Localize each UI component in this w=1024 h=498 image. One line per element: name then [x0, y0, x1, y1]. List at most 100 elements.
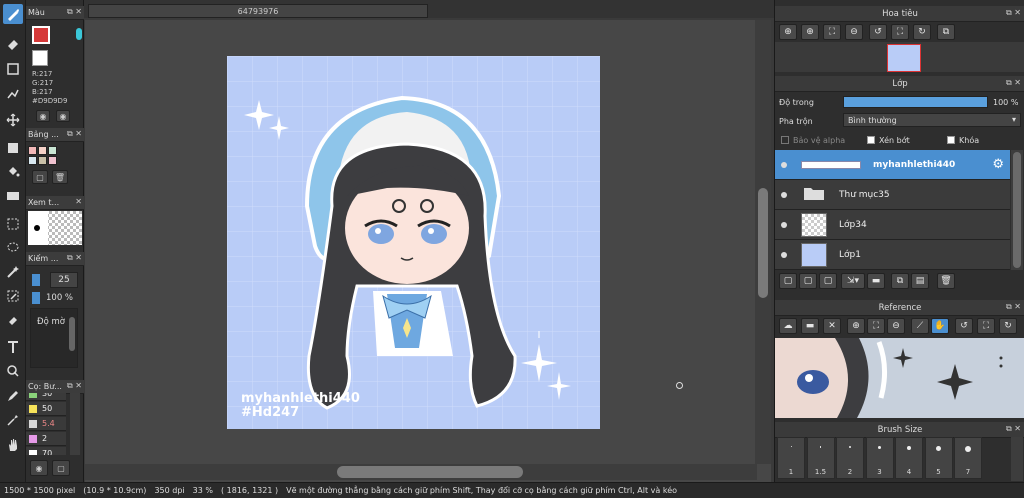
operation-tool-icon[interactable]: [3, 361, 23, 381]
layer-opacity-slider[interactable]: [843, 96, 988, 108]
ref-hand-icon[interactable]: ✋: [931, 318, 949, 334]
fit-view-icon[interactable]: ⛶: [823, 24, 841, 40]
color-add-button[interactable]: ◉: [36, 110, 50, 122]
hand-tool-icon[interactable]: [3, 435, 23, 455]
zoom-in-icon[interactable]: ⊕: [779, 24, 797, 40]
blend-box[interactable]: Độ mờ: [30, 308, 78, 368]
panel-controls[interactable]: ⧉ ✕: [67, 129, 82, 139]
clipping-checkbox[interactable]: [867, 136, 875, 144]
layer-row[interactable]: Lớp1: [775, 240, 1010, 270]
palette-new-button[interactable]: ▢: [32, 170, 48, 184]
panel-controls[interactable]: ⧉ ✕: [1006, 8, 1021, 18]
panel-controls[interactable]: ⧉ ✕: [1006, 424, 1021, 434]
zoom-out-icon[interactable]: ⊖: [845, 24, 863, 40]
visibility-eye-icon[interactable]: [775, 191, 793, 198]
navigator-preview[interactable]: [775, 42, 1024, 72]
colorset-scrollbar[interactable]: [70, 393, 80, 455]
select-rect-tool-icon[interactable]: [3, 59, 23, 79]
panel-controls[interactable]: ✕: [75, 197, 82, 206]
pen-tool-icon[interactable]: [3, 386, 23, 406]
brush-size-scrollbar[interactable]: [1011, 437, 1023, 481]
visibility-eye-icon[interactable]: [775, 251, 793, 258]
color-remove-button[interactable]: ◉: [56, 110, 70, 122]
rotate-left-icon[interactable]: ↺: [869, 24, 887, 40]
colorset-settings-button[interactable]: ◉: [30, 460, 48, 476]
eyedropper-tool-icon[interactable]: [3, 410, 23, 430]
fit-window-icon[interactable]: ⛶: [891, 24, 909, 40]
magic-wand-tool-icon[interactable]: [3, 262, 23, 282]
lock-checkbox[interactable]: [947, 136, 955, 144]
open-cloud-icon[interactable]: ☁: [779, 318, 797, 334]
colorset-item[interactable]: 30: [26, 393, 66, 401]
new-layer-alt-icon[interactable]: ▢: [799, 273, 817, 289]
brush-size-field[interactable]: 25: [50, 272, 78, 288]
open-folder-icon[interactable]: ▬: [801, 318, 819, 334]
panel-controls[interactable]: ⧉ ✕: [67, 253, 82, 263]
vertical-scrollbar[interactable]: [755, 20, 771, 464]
duplicate-layer-icon[interactable]: ⧉: [891, 273, 909, 289]
panel-controls[interactable]: ⧉ ✕: [67, 7, 82, 17]
new-folder-icon[interactable]: ▬: [867, 273, 885, 289]
brush-size-cell[interactable]: 1: [777, 437, 805, 479]
palette-delete-button[interactable]: 🗑: [52, 170, 68, 184]
ref-eyedropper-icon[interactable]: ⟋: [911, 318, 929, 334]
lasso-tool-icon[interactable]: [3, 238, 23, 258]
move-tool-icon[interactable]: [3, 110, 23, 130]
colorset-item[interactable]: 70: [26, 447, 66, 455]
layer-scrollbar[interactable]: [1011, 150, 1023, 270]
ref-zoom-out-icon[interactable]: ⊖: [887, 318, 905, 334]
brush-size-cell[interactable]: 7: [954, 437, 982, 479]
colorset-item[interactable]: 2: [26, 432, 66, 446]
ref-zoom-in-icon[interactable]: ⊕: [847, 318, 865, 334]
ref-fit-icon[interactable]: ⛶: [867, 318, 885, 334]
brush-size-cell[interactable]: 1.5: [806, 437, 835, 479]
lasso-rect-tool-icon[interactable]: [3, 214, 23, 234]
palette-swatch[interactable]: [48, 146, 57, 155]
visibility-eye-icon[interactable]: [775, 221, 793, 228]
layer-settings-gear-icon[interactable]: ⚙: [992, 157, 1004, 172]
canvas-area[interactable]: myhanhlethi440 #Hd247: [85, 20, 771, 482]
reference-image[interactable]: [775, 338, 1024, 418]
bucket-tool-icon[interactable]: [3, 162, 23, 182]
palette-swatch[interactable]: [38, 156, 47, 165]
brush-size-cell[interactable]: 4: [895, 437, 923, 479]
panel-controls[interactable]: ⧉ ✕: [1006, 78, 1021, 88]
layer-blend-select[interactable]: Bình thường ▾: [843, 113, 1021, 127]
new-layer-icon[interactable]: ▢: [779, 273, 797, 289]
document-tab[interactable]: 64793976: [88, 4, 428, 18]
panel-controls[interactable]: ⧉ ✕: [1006, 302, 1021, 312]
palette-swatch[interactable]: [48, 156, 57, 165]
rotate-right-icon[interactable]: ↻: [913, 24, 931, 40]
ref-rotate-right-icon[interactable]: ↻: [999, 318, 1017, 334]
ref-fit-window-icon[interactable]: ⛶: [977, 318, 995, 334]
flip-icon[interactable]: ⧉: [937, 24, 955, 40]
artwork-canvas[interactable]: myhanhlethi440 #Hd247: [227, 56, 600, 429]
brush-size-cell[interactable]: 3: [865, 437, 894, 479]
horizontal-scroll-thumb[interactable]: [337, 466, 523, 478]
layer-row[interactable]: myhanhlethi440 ⚙: [775, 150, 1010, 180]
palette-swatch[interactable]: [28, 146, 37, 155]
new-layer-copy-icon[interactable]: ▢: [819, 273, 837, 289]
protect-alpha-checkbox[interactable]: [781, 136, 789, 144]
colorset-item[interactable]: 5.4: [26, 417, 66, 431]
layer-special-icon[interactable]: ⇲▾: [841, 273, 865, 289]
layer-row[interactable]: Thư mục35: [775, 180, 1010, 210]
brush-size-cell[interactable]: 5: [924, 437, 953, 479]
layer-row[interactable]: Lớp34: [775, 210, 1010, 240]
gradient-tool-icon[interactable]: [3, 186, 23, 206]
visibility-eye-icon[interactable]: [775, 161, 793, 168]
colorset-page-button[interactable]: ▢: [52, 460, 70, 476]
horizontal-scrollbar[interactable]: [85, 464, 757, 480]
zoom-in-alt-icon[interactable]: ⊕: [801, 24, 819, 40]
brush-tool-icon[interactable]: [3, 4, 23, 24]
merge-layer-icon[interactable]: ▤: [911, 273, 929, 289]
vertical-scroll-thumb[interactable]: [758, 188, 768, 298]
select-eraser-tool-icon[interactable]: [3, 310, 23, 330]
ref-rotate-left-icon[interactable]: ↺: [955, 318, 973, 334]
text-tool-icon[interactable]: [3, 337, 23, 357]
brush-size-cell[interactable]: 2: [836, 437, 864, 479]
line-tool-icon[interactable]: [3, 84, 23, 104]
fill-rect-tool-icon[interactable]: [3, 138, 23, 158]
palette-swatch[interactable]: [28, 156, 37, 165]
sub-color-swatch[interactable]: [32, 50, 48, 66]
